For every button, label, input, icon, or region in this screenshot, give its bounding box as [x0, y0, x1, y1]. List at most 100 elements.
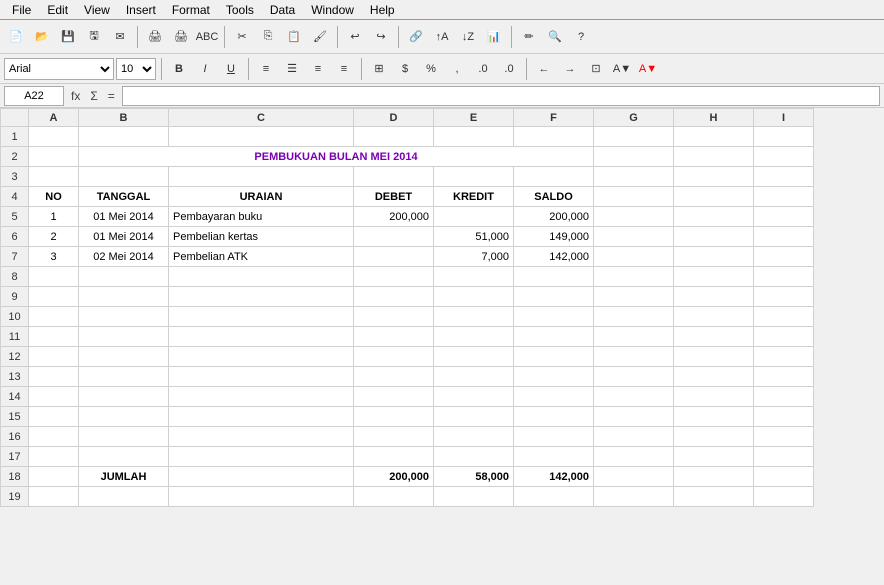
cell-G1[interactable]: [594, 127, 674, 147]
col-header-F[interactable]: F: [514, 109, 594, 127]
cell-H15[interactable]: [674, 407, 754, 427]
header-tanggal[interactable]: TANGGAL: [79, 187, 169, 207]
font-color-button[interactable]: A▼: [636, 57, 660, 81]
cell-F9[interactable]: [514, 287, 594, 307]
sigma-icon[interactable]: Σ: [87, 89, 100, 103]
header-no[interactable]: NO: [29, 187, 79, 207]
cell-F5[interactable]: 200,000: [514, 207, 594, 227]
cell-G4[interactable]: [594, 187, 674, 207]
new-button[interactable]: 📄: [4, 25, 28, 49]
col-header-H[interactable]: H: [674, 109, 754, 127]
cell-B13[interactable]: [79, 367, 169, 387]
cell-F17[interactable]: [514, 447, 594, 467]
menu-view[interactable]: View: [76, 1, 118, 19]
cell-H11[interactable]: [674, 327, 754, 347]
cell-D16[interactable]: [354, 427, 434, 447]
row-header-9[interactable]: 9: [1, 287, 29, 307]
cell-I10[interactable]: [754, 307, 814, 327]
row-header-10[interactable]: 10: [1, 307, 29, 327]
menu-format[interactable]: Format: [164, 1, 218, 19]
cell-G15[interactable]: [594, 407, 674, 427]
justify-button[interactable]: ≡: [332, 57, 356, 81]
cell-I8[interactable]: [754, 267, 814, 287]
cell-D9[interactable]: [354, 287, 434, 307]
cell-H2[interactable]: [674, 147, 754, 167]
row-header-17[interactable]: 17: [1, 447, 29, 467]
cell-F16[interactable]: [514, 427, 594, 447]
cell-I12[interactable]: [754, 347, 814, 367]
cell-I19[interactable]: [754, 487, 814, 507]
cell-I7[interactable]: [754, 247, 814, 267]
cell-B3[interactable]: [79, 167, 169, 187]
cell-I9[interactable]: [754, 287, 814, 307]
cell-E6[interactable]: 51,000: [434, 227, 514, 247]
save-button[interactable]: 💾: [56, 25, 80, 49]
undo-button[interactable]: ↩: [343, 25, 367, 49]
cell-C19[interactable]: [169, 487, 354, 507]
cell-I2[interactable]: [754, 147, 814, 167]
col-header-A[interactable]: A: [29, 109, 79, 127]
increase-decimal-button[interactable]: .0: [471, 57, 495, 81]
col-header-D[interactable]: D: [354, 109, 434, 127]
align-right-button[interactable]: ≡: [306, 57, 330, 81]
cell-A14[interactable]: [29, 387, 79, 407]
cell-H14[interactable]: [674, 387, 754, 407]
cell-E15[interactable]: [434, 407, 514, 427]
cell-C13[interactable]: [169, 367, 354, 387]
italic-button[interactable]: I: [193, 57, 217, 81]
col-header-G[interactable]: G: [594, 109, 674, 127]
cell-D13[interactable]: [354, 367, 434, 387]
cell-D10[interactable]: [354, 307, 434, 327]
menu-tools[interactable]: Tools: [218, 1, 262, 19]
print-preview-button[interactable]: 🖨: [143, 25, 167, 49]
cell-D17[interactable]: [354, 447, 434, 467]
row-header-18[interactable]: 18: [1, 467, 29, 487]
paste-button[interactable]: 📋: [282, 25, 306, 49]
redo-button[interactable]: ↪: [369, 25, 393, 49]
cell-E16[interactable]: [434, 427, 514, 447]
cell-H13[interactable]: [674, 367, 754, 387]
cell-I3[interactable]: [754, 167, 814, 187]
cell-G6[interactable]: [594, 227, 674, 247]
fill-color-button[interactable]: A▼: [610, 57, 634, 81]
cell-G7[interactable]: [594, 247, 674, 267]
header-kredit[interactable]: KREDIT: [434, 187, 514, 207]
cell-D6[interactable]: [354, 227, 434, 247]
cell-C10[interactable]: [169, 307, 354, 327]
cell-H7[interactable]: [674, 247, 754, 267]
cell-B19[interactable]: [79, 487, 169, 507]
cell-F12[interactable]: [514, 347, 594, 367]
cell-A18[interactable]: [29, 467, 79, 487]
cell-G11[interactable]: [594, 327, 674, 347]
row-header-2[interactable]: 2: [1, 147, 29, 167]
menu-insert[interactable]: Insert: [118, 1, 164, 19]
cell-E14[interactable]: [434, 387, 514, 407]
cell-E11[interactable]: [434, 327, 514, 347]
cell-H18[interactable]: [674, 467, 754, 487]
cell-D15[interactable]: [354, 407, 434, 427]
cell-C12[interactable]: [169, 347, 354, 367]
fx-icon[interactable]: fx: [68, 89, 83, 103]
cell-E3[interactable]: [434, 167, 514, 187]
currency-button[interactable]: $: [393, 57, 417, 81]
cell-B9[interactable]: [79, 287, 169, 307]
cell-B1[interactable]: [79, 127, 169, 147]
spreadsheet-container[interactable]: A B C D E F G H I 1 2 PEMBUKUAN BULAN ME…: [0, 108, 884, 585]
cell-H6[interactable]: [674, 227, 754, 247]
cell-G5[interactable]: [594, 207, 674, 227]
cell-C7[interactable]: Pembelian ATK: [169, 247, 354, 267]
cell-C8[interactable]: [169, 267, 354, 287]
cell-H4[interactable]: [674, 187, 754, 207]
zoom-button[interactable]: 🔍: [543, 25, 567, 49]
cell-B18-jumlah[interactable]: JUMLAH: [79, 467, 169, 487]
cell-E19[interactable]: [434, 487, 514, 507]
cell-E1[interactable]: [434, 127, 514, 147]
cell-G19[interactable]: [594, 487, 674, 507]
cell-B8[interactable]: [79, 267, 169, 287]
cell-I15[interactable]: [754, 407, 814, 427]
cell-C1[interactable]: [169, 127, 354, 147]
hyperlink-button[interactable]: 🔗: [404, 25, 428, 49]
print-button[interactable]: 🖨: [169, 25, 193, 49]
cell-B15[interactable]: [79, 407, 169, 427]
menu-file[interactable]: File: [4, 1, 39, 19]
